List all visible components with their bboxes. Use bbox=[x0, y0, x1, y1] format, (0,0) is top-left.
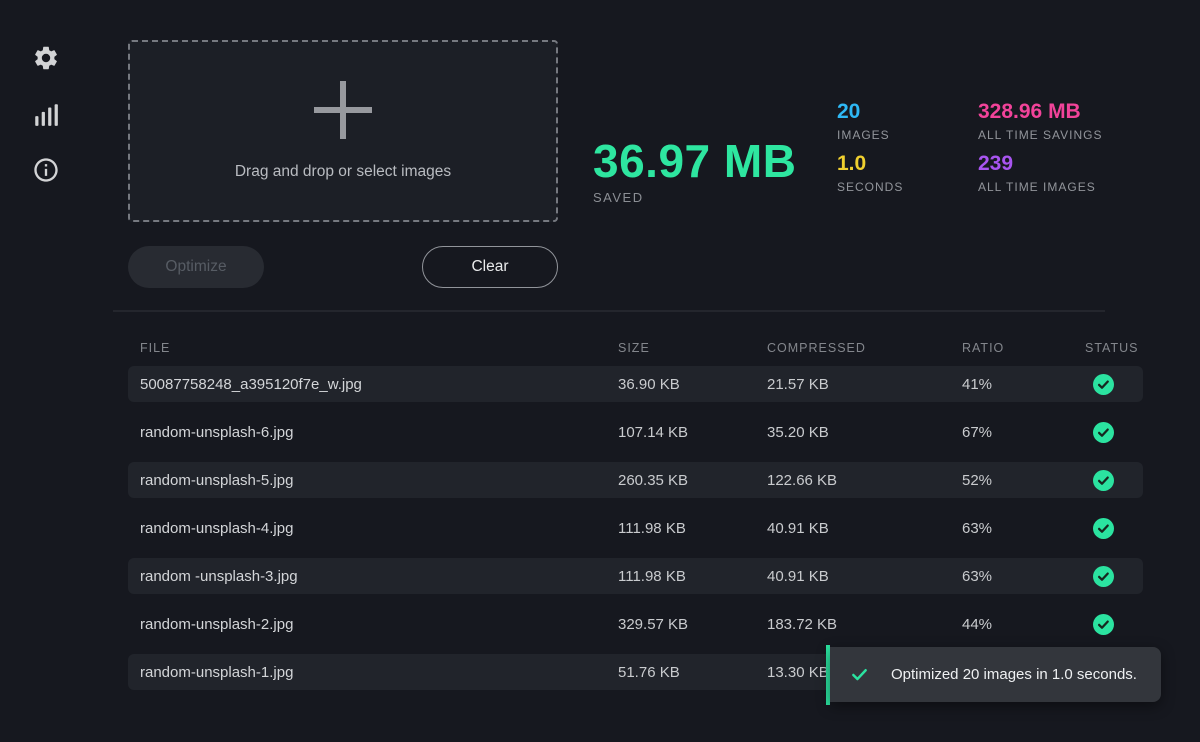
ratio-cell: 63% bbox=[962, 520, 1085, 537]
all-time-savings-stat: 328.96 MB ALL TIME SAVINGS bbox=[978, 100, 1102, 142]
compressed-cell: 40.91 KB bbox=[767, 520, 962, 537]
success-check-icon bbox=[1093, 614, 1114, 635]
sidebar bbox=[28, 44, 64, 188]
success-check-icon bbox=[1093, 566, 1114, 587]
sidebar-item-statistics[interactable] bbox=[30, 100, 62, 132]
file-name-cell: random-unsplash-1.jpg bbox=[140, 664, 618, 681]
compressed-cell: 21.57 KB bbox=[767, 376, 962, 393]
dropzone-label: Drag and drop or select images bbox=[235, 163, 451, 181]
column-header-compressed: COMPRESSED bbox=[767, 341, 962, 355]
column-header-status: STATUS bbox=[1085, 341, 1143, 355]
file-name-cell: random-unsplash-4.jpg bbox=[140, 520, 618, 537]
saved-value: 36.97 MB bbox=[593, 136, 796, 186]
ratio-cell: 44% bbox=[962, 616, 1085, 633]
plus-icon bbox=[314, 81, 372, 139]
column-header-ratio: RATIO bbox=[962, 341, 1085, 355]
size-cell: 260.35 KB bbox=[618, 472, 767, 489]
file-name-cell: random -unsplash-3.jpg bbox=[140, 568, 618, 585]
status-cell bbox=[1085, 422, 1143, 443]
optimize-button[interactable]: Optimize bbox=[128, 246, 264, 288]
seconds-value: 1.0 bbox=[837, 152, 903, 176]
seconds-stat: 1.0 SECONDS bbox=[837, 152, 903, 194]
status-cell bbox=[1085, 614, 1143, 635]
compressed-cell: 183.72 KB bbox=[767, 616, 962, 633]
compressed-cell: 35.20 KB bbox=[767, 424, 962, 441]
all-time-images-stat: 239 ALL TIME IMAGES bbox=[978, 152, 1102, 194]
images-value: 20 bbox=[837, 100, 903, 124]
bar-chart-icon bbox=[32, 100, 60, 133]
seconds-label: SECONDS bbox=[837, 180, 903, 194]
compressed-cell: 122.66 KB bbox=[767, 472, 962, 489]
sidebar-item-settings[interactable] bbox=[30, 44, 62, 76]
ratio-cell: 41% bbox=[962, 376, 1085, 393]
clear-button[interactable]: Clear bbox=[422, 246, 558, 288]
table-row: random-unsplash-5.jpg 260.35 KB 122.66 K… bbox=[128, 462, 1143, 498]
column-header-file: FILE bbox=[140, 341, 618, 355]
size-cell: 329.57 KB bbox=[618, 616, 767, 633]
compressed-cell: 40.91 KB bbox=[767, 568, 962, 585]
status-cell bbox=[1085, 374, 1143, 395]
success-check-icon bbox=[1093, 518, 1114, 539]
gear-icon bbox=[32, 44, 60, 77]
ratio-cell: 67% bbox=[962, 424, 1085, 441]
check-icon bbox=[850, 665, 869, 684]
success-check-icon bbox=[1093, 470, 1114, 491]
column-header-size: SIZE bbox=[618, 341, 767, 355]
saved-stat: 36.97 MB SAVED bbox=[593, 136, 796, 205]
size-cell: 51.76 KB bbox=[618, 664, 767, 681]
toast-notification[interactable]: Optimized 20 images in 1.0 seconds. bbox=[826, 645, 1161, 705]
size-cell: 36.90 KB bbox=[618, 376, 767, 393]
saved-label: SAVED bbox=[593, 190, 796, 205]
success-check-icon bbox=[1093, 374, 1114, 395]
table-row: random-unsplash-2.jpg 329.57 KB 183.72 K… bbox=[128, 606, 1143, 642]
ratio-cell: 63% bbox=[962, 568, 1085, 585]
status-cell bbox=[1085, 470, 1143, 491]
size-cell: 111.98 KB bbox=[618, 520, 767, 537]
all-time-savings-label: ALL TIME SAVINGS bbox=[978, 128, 1102, 142]
dropzone[interactable]: Drag and drop or select images bbox=[128, 40, 558, 222]
all-time-stats: 328.96 MB ALL TIME SAVINGS 239 ALL TIME … bbox=[978, 100, 1102, 194]
session-stats: 20 IMAGES 1.0 SECONDS bbox=[837, 100, 903, 194]
table-header: FILE SIZE COMPRESSED RATIO STATUS bbox=[128, 330, 1143, 366]
toast-message: Optimized 20 images in 1.0 seconds. bbox=[891, 666, 1137, 683]
sidebar-item-about[interactable] bbox=[30, 156, 62, 188]
images-label: IMAGES bbox=[837, 128, 903, 142]
size-cell: 107.14 KB bbox=[618, 424, 767, 441]
success-check-icon bbox=[1093, 422, 1114, 443]
file-name-cell: 50087758248_a395120f7e_w.jpg bbox=[140, 376, 618, 393]
file-name-cell: random-unsplash-6.jpg bbox=[140, 424, 618, 441]
toast-body: Optimized 20 images in 1.0 seconds. bbox=[830, 647, 1161, 702]
table-row: random-unsplash-6.jpg 107.14 KB 35.20 KB… bbox=[128, 414, 1143, 450]
table-row: 50087758248_a395120f7e_w.jpg 36.90 KB 21… bbox=[128, 366, 1143, 402]
all-time-savings-value: 328.96 MB bbox=[978, 100, 1102, 124]
images-stat: 20 IMAGES bbox=[837, 100, 903, 142]
ratio-cell: 52% bbox=[962, 472, 1085, 489]
all-time-images-label: ALL TIME IMAGES bbox=[978, 180, 1102, 194]
all-time-images-value: 239 bbox=[978, 152, 1102, 176]
table-row: random-unsplash-4.jpg 111.98 KB 40.91 KB… bbox=[128, 510, 1143, 546]
status-cell bbox=[1085, 518, 1143, 539]
file-name-cell: random-unsplash-2.jpg bbox=[140, 616, 618, 633]
info-icon bbox=[32, 156, 60, 189]
file-name-cell: random-unsplash-5.jpg bbox=[140, 472, 618, 489]
table-row: random -unsplash-3.jpg 111.98 KB 40.91 K… bbox=[128, 558, 1143, 594]
size-cell: 111.98 KB bbox=[618, 568, 767, 585]
status-cell bbox=[1085, 566, 1143, 587]
section-divider bbox=[113, 310, 1105, 312]
results-table: FILE SIZE COMPRESSED RATIO STATUS 500877… bbox=[128, 330, 1143, 690]
table-body: 50087758248_a395120f7e_w.jpg 36.90 KB 21… bbox=[128, 366, 1143, 690]
